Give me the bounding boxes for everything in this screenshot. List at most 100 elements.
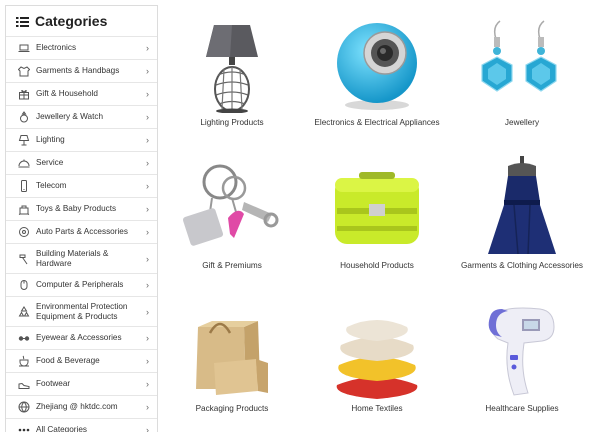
product-grid: Lighting Products Electronics & Electric…	[160, 0, 594, 432]
earrings-image[interactable]	[450, 13, 594, 113]
product-tile[interactable]: Packaging Products	[160, 291, 304, 432]
glasses-icon	[18, 332, 30, 344]
sidebar-item-label: All Categories	[36, 425, 87, 432]
chevron-right-icon: ›	[146, 280, 149, 290]
product-tile[interactable]: Home Textiles	[305, 291, 449, 432]
sidebar-item-jewellery-watch[interactable]: Jewellery & Watch ›	[6, 105, 157, 128]
chevron-right-icon: ›	[146, 306, 149, 317]
recycle-icon	[18, 305, 30, 318]
category-sidebar: Categories Electronics › Garments & Handba…	[5, 5, 158, 432]
chevron-right-icon: ›	[146, 181, 149, 191]
sidebar-item-food-beverage[interactable]: Food & Beverage ›	[6, 349, 157, 372]
sidebar-item-environmental-protection-equipment-products[interactable]: Environmental Protection Equipment & Pro…	[6, 296, 157, 326]
product-label[interactable]: Garments & Clothing Accessories	[444, 261, 594, 270]
paper-bag-image[interactable]	[160, 299, 304, 399]
lamp-icon	[18, 134, 30, 146]
sidebar-item-label: Footwear	[36, 379, 71, 389]
product-tile[interactable]: Electronics & Electrical Appliances	[305, 5, 449, 148]
gift-icon	[18, 88, 30, 100]
sidebar-item-label: Eyewear & Accessories	[36, 333, 122, 343]
sidebar-item-label: Lighting	[36, 135, 65, 145]
sidebar-item-label: Toys & Baby Products	[36, 204, 117, 214]
sidebar-item-label: Jewellery & Watch	[36, 112, 104, 122]
sidebar-item-label: Garments & Handbags	[36, 66, 120, 76]
product-tile[interactable]: Healthcare Supplies	[450, 291, 594, 432]
service-icon	[18, 157, 30, 169]
sidebar-item-toys-baby-products[interactable]: Toys & Baby Products ›	[6, 197, 157, 220]
car-icon	[18, 226, 30, 238]
keychain-image[interactable]	[160, 156, 304, 256]
shoe-icon	[18, 378, 30, 390]
product-label[interactable]: Jewellery	[444, 118, 594, 127]
chevron-right-icon: ›	[146, 158, 149, 168]
product-label[interactable]: Electronics & Electrical Appliances	[299, 118, 455, 127]
laptop-icon	[18, 42, 30, 54]
sidebar-item-gift-household[interactable]: Gift & Household ›	[6, 82, 157, 105]
sidebar-item-building-materials-hardware[interactable]: Building Materials & Hardware ›	[6, 243, 157, 273]
sidebar-item-telecom[interactable]: Telecom ›	[6, 174, 157, 197]
product-label[interactable]: Healthcare Supplies	[444, 404, 594, 413]
mouse-icon	[18, 279, 30, 291]
chevron-right-icon: ›	[146, 227, 149, 237]
product-tile[interactable]: Household Products	[305, 148, 449, 291]
toy-icon	[18, 203, 30, 215]
sidebar-item-service[interactable]: Service ›	[6, 151, 157, 174]
sidebar-header: Categories	[6, 6, 157, 36]
sidebar-item-computer-peripherals[interactable]: Computer & Peripherals ›	[6, 273, 157, 296]
sidebar-item-label: Zhejiang @ hktdc.com	[36, 402, 118, 412]
ring-icon	[18, 111, 30, 123]
sidebar-item-label: Computer & Peripherals	[36, 280, 124, 290]
sidebar-item-label: Electronics	[36, 43, 77, 53]
product-tile[interactable]: Garments & Clothing Accessories	[450, 148, 594, 291]
sidebar-item-label: Food & Beverage	[36, 356, 100, 366]
product-label[interactable]: Packaging Products	[154, 404, 310, 413]
sidebar-item-label: Building Materials & Hardware	[36, 249, 109, 268]
sidebar-title: Categories	[35, 13, 108, 29]
sidebar-item-auto-parts-accessories[interactable]: Auto Parts & Accessories ›	[6, 220, 157, 243]
sidebar-item-electronics[interactable]: Electronics ›	[6, 36, 157, 59]
phone-icon	[18, 180, 30, 192]
chevron-right-icon: ›	[146, 135, 149, 145]
product-tile[interactable]: Jewellery	[450, 5, 594, 148]
product-label[interactable]: Home Textiles	[299, 404, 455, 413]
product-label[interactable]: Lighting Products	[154, 118, 310, 127]
sidebar-item-lighting[interactable]: Lighting ›	[6, 128, 157, 151]
dress-image[interactable]	[450, 156, 594, 256]
chevron-right-icon: ›	[146, 89, 149, 99]
sidebar-item-label: Gift & Household	[36, 89, 98, 99]
sidebar-item-label: Auto Parts & Accessories	[36, 227, 128, 237]
sidebar-item-all-categories[interactable]: All Categories ›	[6, 418, 157, 432]
product-label[interactable]: Household Products	[299, 261, 455, 270]
chevron-right-icon: ›	[146, 204, 149, 214]
sidebar-item-eyewear-accessories[interactable]: Eyewear & Accessories ›	[6, 326, 157, 349]
category-list: Electronics › Garments & Handbags › Gift & H…	[6, 36, 157, 432]
hammer-icon	[18, 253, 30, 265]
dots-icon	[18, 424, 30, 432]
sidebar-item-zhejiang-hktdc-com[interactable]: Zhejiang @ hktdc.com ›	[6, 395, 157, 418]
speaker-image[interactable]	[305, 13, 449, 113]
lunchbox-image[interactable]	[305, 156, 449, 256]
chevron-right-icon: ›	[146, 379, 149, 389]
sidebar-item-garments-handbags[interactable]: Garments & Handbags ›	[6, 59, 157, 82]
sidebar-item-label: Telecom	[36, 181, 67, 191]
chevron-right-icon: ›	[146, 425, 149, 432]
chevron-right-icon: ›	[146, 356, 149, 366]
table-lamp-image[interactable]	[160, 13, 304, 113]
thermometer-image[interactable]	[450, 299, 594, 399]
shirt-icon	[18, 65, 30, 77]
product-label[interactable]: Gift & Premiums	[154, 261, 310, 270]
food-icon	[18, 355, 30, 367]
globe-icon	[18, 401, 30, 413]
chevron-right-icon: ›	[146, 112, 149, 122]
product-tile[interactable]: Gift & Premiums	[160, 148, 304, 291]
product-tile[interactable]: Lighting Products	[160, 5, 304, 148]
chevron-right-icon: ›	[146, 333, 149, 343]
chevron-right-icon: ›	[146, 402, 149, 412]
list-icon	[16, 15, 29, 27]
sidebar-item-label: Service	[36, 158, 64, 168]
sidebar-item-footwear[interactable]: Footwear ›	[6, 372, 157, 395]
chevron-right-icon: ›	[146, 66, 149, 76]
pillows-image[interactable]	[305, 299, 449, 399]
sidebar-item-label: Environmental Protection Equipment & Pro…	[36, 302, 128, 321]
chevron-right-icon: ›	[146, 43, 149, 53]
